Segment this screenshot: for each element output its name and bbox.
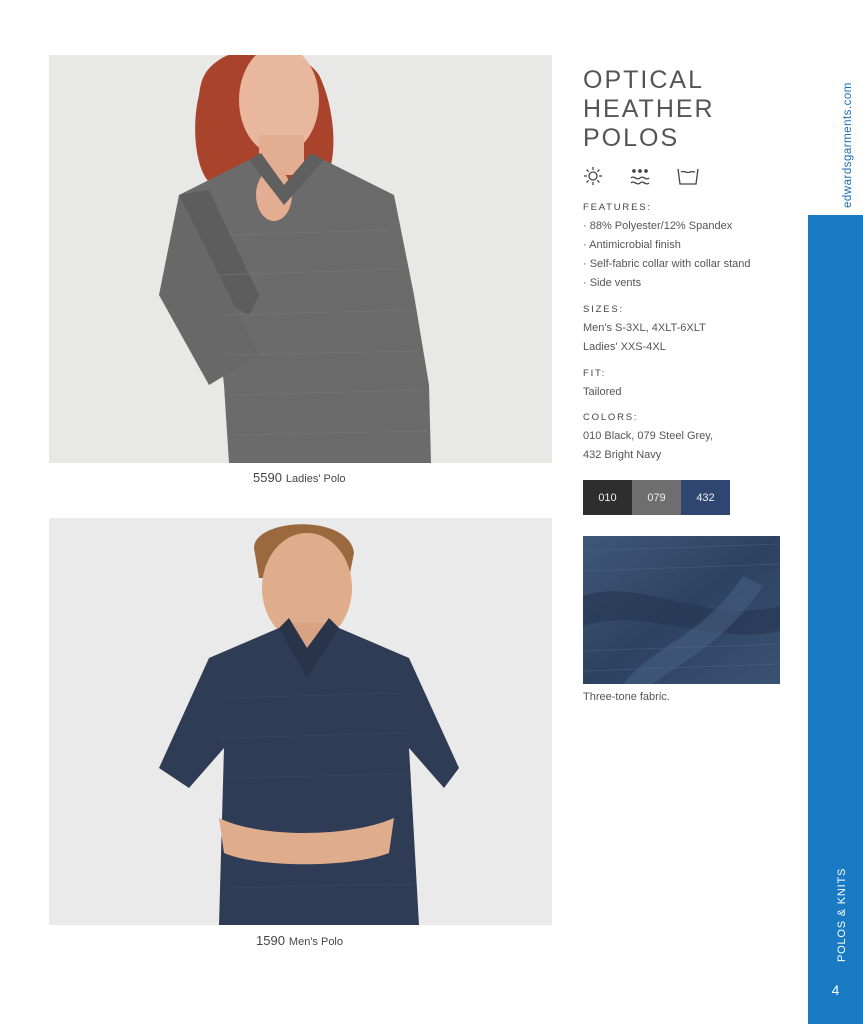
side-bar: edwardsgarments.com POLOS & KNITS 4: [808, 0, 863, 1024]
mens-polo-photo: [49, 518, 552, 925]
feature-item: · Side vents: [583, 277, 642, 289]
color-item: 432 Bright Navy: [583, 449, 662, 461]
care-icons: [583, 166, 699, 186]
fabric-caption: Three-tone fabric.: [583, 691, 670, 703]
fit-label: FIT:: [583, 368, 607, 379]
ladies-style-label: Ladies' Polo: [285, 473, 346, 485]
color-item: 010 Black, 079 Steel Grey,: [583, 430, 714, 442]
feature-item: · Antimicrobial finish: [583, 239, 681, 251]
fit-section: FIT: Tailored: [583, 368, 783, 402]
features-label: FEATURES:: [583, 202, 652, 213]
product-title: OPTICAL HEATHER POLOS: [583, 66, 715, 152]
swatch-079: 079: [632, 480, 681, 515]
ladies-photo-caption: 5590 Ladies' Polo: [253, 470, 346, 485]
url-panel: [808, 0, 863, 215]
size-item: Men's S-3XL, 4XLT-6XLT: [583, 322, 706, 334]
size-item: Ladies' XXS-4XL: [583, 341, 666, 353]
section-label: POLOS & KNITS: [836, 867, 848, 962]
feature-item: · Self-fabric collar with collar stand: [583, 258, 751, 270]
fabric-closeup-photo: [583, 536, 780, 684]
sizes-label: SIZES:: [583, 304, 624, 315]
ladies-polo-photo: [49, 55, 552, 463]
mens-style-label: Men's Polo: [288, 936, 343, 948]
colors-label: COLORS:: [583, 412, 639, 423]
wash-icon: [629, 166, 651, 186]
ladies-style-code: 5590: [253, 470, 282, 485]
mens-photo-caption: 1590 Men's Polo: [256, 933, 343, 948]
sun-icon: [583, 166, 603, 186]
swatch-432: 432: [681, 480, 730, 515]
tub-icon: [677, 166, 699, 186]
swatch-010: 010: [583, 480, 632, 515]
website-url[interactable]: edwardsgarments.com: [842, 82, 854, 208]
swatch-code: 079: [647, 491, 666, 504]
sizes-section: SIZES: Men's S-3XL, 4XLT-6XLT Ladies' XX…: [583, 304, 783, 357]
colors-section: COLORS: 010 Black, 079 Steel Grey, 432 B…: [583, 412, 783, 465]
feature-item: · 88% Polyester/12% Spandex: [583, 220, 733, 232]
features-section: FEATURES: · 88% Polyester/12% Spandex · …: [583, 202, 783, 293]
page-number: 4: [831, 982, 840, 998]
swatch-code: 432: [696, 491, 715, 504]
swatch-code: 010: [598, 491, 617, 504]
fit-item: Tailored: [583, 386, 622, 398]
mens-style-code: 1590: [256, 933, 285, 948]
color-swatches: 010 079 432: [583, 480, 730, 515]
